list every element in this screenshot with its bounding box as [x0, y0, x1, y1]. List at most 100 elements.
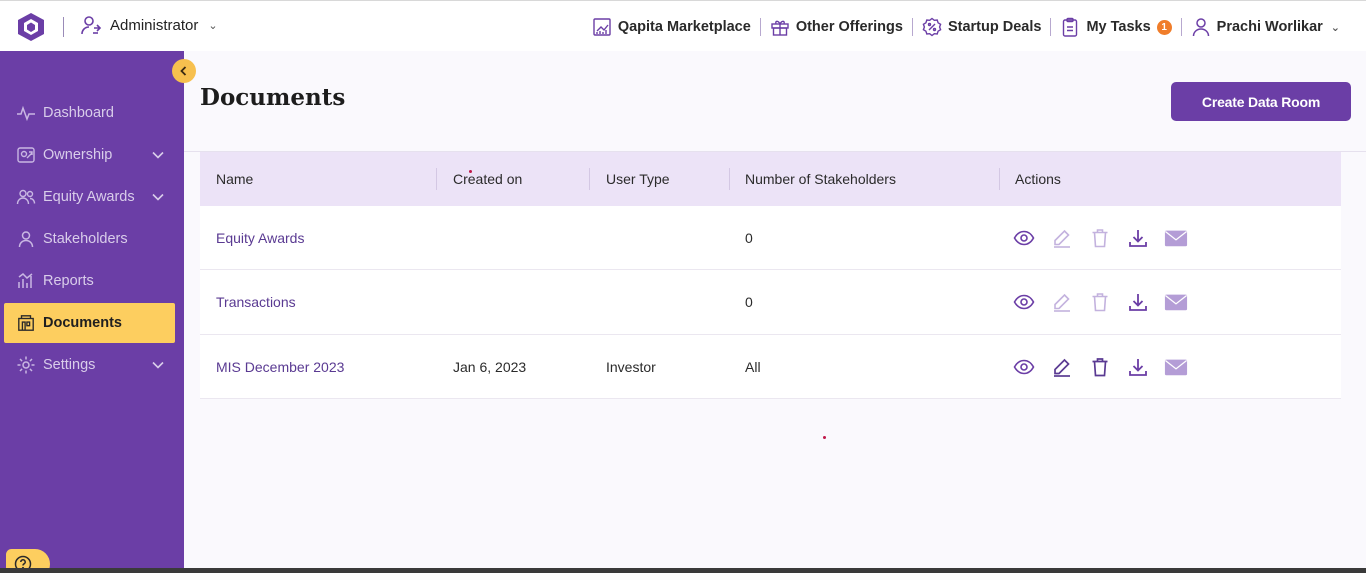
sidebar-item-settings[interactable]: Settings [4, 345, 175, 385]
chevron-down-icon [152, 193, 164, 201]
chevron-down-icon: ⌄ [1330, 21, 1340, 34]
activity-icon [16, 103, 36, 123]
sidebar-item-label: Equity Awards [43, 189, 135, 205]
ownership-icon [16, 145, 36, 165]
user-type-cell: Investor [606, 358, 656, 375]
sidebar-item-label: Settings [43, 357, 96, 373]
nav-other-offerings[interactable]: Other Offerings [770, 17, 903, 37]
chart-board-icon [593, 18, 611, 36]
window-bottom-edge [0, 568, 1366, 573]
user-icon [16, 229, 36, 249]
nav-label: Startup Deals [947, 19, 1042, 35]
nav-qapita-marketplace[interactable]: Qapita Marketplace [592, 17, 751, 37]
email-icon[interactable] [1164, 355, 1188, 379]
nav-label: My Tasks [1086, 19, 1151, 35]
tasks-count-badge: 1 [1156, 19, 1172, 35]
column-header-actions: Actions [1015, 171, 1061, 187]
column-divider [729, 168, 730, 190]
stakeholders-cell: All [745, 358, 761, 375]
email-icon[interactable] [1164, 290, 1188, 314]
sidebar-item-ownership[interactable]: Ownership [4, 135, 175, 175]
created-on-cell: Jan 6, 2023 [453, 358, 527, 375]
nav-divider [1050, 18, 1052, 36]
sidebar-item-label: Stakeholders [43, 231, 128, 247]
clipboard-icon [1063, 17, 1078, 37]
sidebar-item-label: Ownership [43, 147, 113, 163]
download-icon[interactable] [1126, 290, 1150, 314]
edit-icon[interactable] [1050, 290, 1074, 314]
cursor-dot [469, 170, 472, 173]
create-data-room-button[interactable]: Create Data Room [1171, 82, 1351, 121]
column-header-name[interactable]: Name [216, 152, 253, 206]
document-name-link[interactable]: Equity Awards [216, 206, 304, 269]
sidebar-item-dashboard[interactable]: Dashboard [4, 93, 175, 133]
email-icon[interactable] [1164, 226, 1188, 250]
delete-icon[interactable] [1088, 290, 1112, 314]
gift-icon [771, 20, 789, 36]
sidebar-item-reports[interactable]: Reports [4, 261, 175, 301]
table-row: MIS December 2023 Jan 6, 2023 Investor A… [200, 335, 1341, 399]
edit-icon[interactable] [1050, 355, 1074, 379]
building-icon [16, 313, 36, 333]
chevron-down-icon: ⌄ [208, 19, 218, 32]
qapita-logo-icon[interactable] [16, 12, 46, 42]
view-icon[interactable] [1012, 226, 1036, 250]
nav-label: Other Offerings [795, 19, 903, 35]
column-divider [589, 168, 590, 190]
sidebar-item-documents[interactable]: Documents [4, 303, 175, 343]
row-actions [1012, 270, 1188, 334]
view-icon[interactable] [1012, 290, 1036, 314]
gear-icon [16, 355, 36, 375]
user-icon [1192, 18, 1209, 37]
page-title: Documents [200, 84, 346, 111]
delete-icon[interactable] [1088, 355, 1112, 379]
sidebar-item-equity-awards[interactable]: Equity Awards [4, 177, 175, 217]
table-header: Name Created on User Type Number of Stak… [200, 152, 1341, 206]
chevron-down-icon [152, 361, 164, 369]
user-name: Prachi Worlikar [1216, 19, 1323, 35]
nav-startup-deals[interactable]: Startup Deals [922, 17, 1041, 37]
stakeholders-cell: 0 [745, 229, 753, 246]
document-name-link[interactable]: Transactions [216, 270, 296, 334]
row-actions [1012, 206, 1188, 269]
collapse-sidebar-button[interactable] [172, 59, 196, 83]
nav-label: Qapita Marketplace [617, 19, 751, 35]
user-switch-icon [81, 16, 102, 35]
nav-my-tasks[interactable]: My Tasks 1 [1060, 17, 1172, 37]
table-row: Transactions 0 [200, 270, 1341, 335]
top-bar: Administrator ⌄ Qapita Marketplace Other… [0, 0, 1366, 51]
download-icon[interactable] [1126, 226, 1150, 250]
column-header-user-type[interactable]: User Type [606, 152, 670, 206]
top-divider [63, 17, 64, 37]
sidebar-item-label: Documents [43, 315, 122, 331]
document-name-link[interactable]: MIS December 2023 [216, 335, 344, 398]
delete-icon[interactable] [1088, 226, 1112, 250]
column-header-created-on[interactable]: Created on [453, 152, 522, 206]
nav-divider [911, 18, 913, 36]
sidebar: Dashboard Ownership Equity Awards Stakeh… [0, 51, 184, 573]
edit-icon[interactable] [1050, 226, 1074, 250]
documents-table: Name Created on User Type Number of Stak… [200, 152, 1341, 399]
sidebar-item-label: Dashboard [43, 105, 114, 121]
user-menu[interactable]: Prachi Worlikar ⌄ [1191, 17, 1340, 37]
chevron-down-icon [152, 151, 164, 159]
column-header-stakeholders[interactable]: Number of Stakeholders [745, 152, 896, 206]
nav-divider [759, 18, 761, 36]
nav-divider [1180, 18, 1182, 36]
row-actions [1012, 335, 1188, 398]
table-row: Equity Awards 0 [200, 206, 1341, 270]
view-icon[interactable] [1012, 355, 1036, 379]
cursor-dot [823, 436, 826, 439]
percent-badge-icon [922, 17, 942, 37]
role-switcher[interactable]: Administrator ⌄ [80, 14, 218, 36]
sidebar-item-label: Reports [43, 273, 94, 289]
role-label: Administrator [110, 16, 199, 34]
sidebar-item-stakeholders[interactable]: Stakeholders [4, 219, 175, 259]
top-nav: Qapita Marketplace Other Offerings Start… [592, 14, 1340, 40]
bar-chart-icon [16, 271, 36, 291]
download-icon[interactable] [1126, 355, 1150, 379]
main-content: Documents Create Data Room Name Created … [184, 51, 1366, 568]
column-divider [999, 168, 1000, 190]
stakeholders-cell: 0 [745, 294, 753, 310]
users-icon [16, 187, 36, 207]
